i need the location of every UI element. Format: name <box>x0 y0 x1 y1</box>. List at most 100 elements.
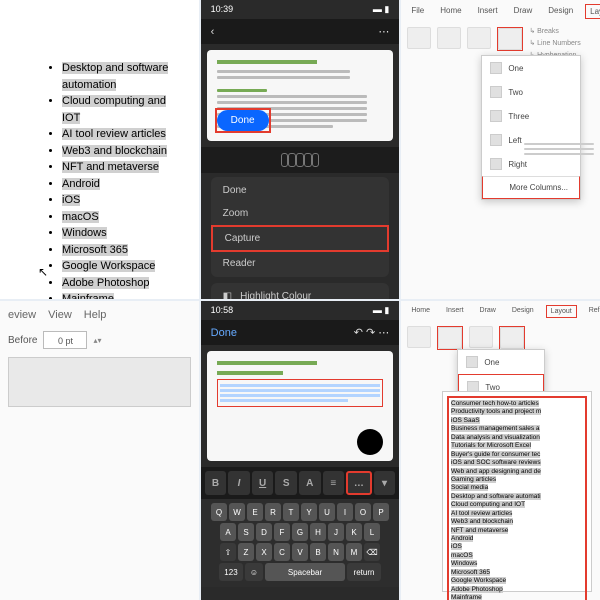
list-item[interactable]: NFT and metaverse <box>62 161 159 173</box>
list-item[interactable]: Adobe Photoshop <box>451 586 583 594</box>
menu-item-done[interactable]: Done <box>211 179 390 202</box>
list-item[interactable]: Microsoft 365 <box>451 569 583 577</box>
margins-icon[interactable] <box>407 326 431 348</box>
tab-design[interactable]: Design <box>544 4 577 19</box>
tab[interactable]: Home <box>407 305 434 318</box>
key-o[interactable]: O <box>355 503 371 521</box>
list-item[interactable]: Android <box>451 535 583 543</box>
tab-home[interactable]: Home <box>436 4 465 19</box>
list-item[interactable]: Consumer tech how-to articles <box>451 400 583 408</box>
document-list-pane[interactable]: Consumer tech how-to articlesProductivit… <box>442 391 592 592</box>
columns-two[interactable]: Two <box>482 80 580 104</box>
list-item[interactable]: Mainframe <box>62 293 114 299</box>
list-item[interactable]: Google Workspace <box>451 577 583 585</box>
list-item[interactable]: Android <box>62 178 100 190</box>
list-item[interactable]: Social media <box>451 484 583 492</box>
orientation-icon[interactable] <box>438 327 462 349</box>
tab-insert[interactable]: Insert <box>474 4 502 19</box>
menu-item-zoom[interactable]: Zoom <box>211 202 390 225</box>
tab[interactable]: References <box>585 305 600 318</box>
size-icon[interactable] <box>467 27 491 49</box>
key-u[interactable]: U <box>319 503 335 521</box>
done-button[interactable]: Done <box>217 110 269 131</box>
key-l[interactable]: L <box>364 523 380 541</box>
line-numbers-option[interactable]: ↳ Line Numbers <box>529 39 580 49</box>
strike-button[interactable]: S <box>275 471 297 495</box>
list-item[interactable]: Windows <box>451 560 583 568</box>
list-item[interactable]: Cloud computing and IOT <box>62 95 166 124</box>
tab-review[interactable]: eview <box>8 309 36 321</box>
columns-button[interactable] <box>498 28 522 50</box>
list-item[interactable]: iOS <box>62 194 80 206</box>
list-item[interactable]: AI tool review articles <box>62 128 166 140</box>
list-item[interactable]: Buyer's guide for consumer tec <box>451 451 583 459</box>
spacing-before-input[interactable]: 0 pt <box>43 331 87 349</box>
columns-one[interactable]: One <box>482 56 580 80</box>
key-w[interactable]: W <box>229 503 245 521</box>
key-p[interactable]: P <box>373 503 389 521</box>
tab-help[interactable]: Help <box>84 309 107 321</box>
align-button[interactable]: ≡ <box>323 471 345 495</box>
document-editing[interactable] <box>207 351 394 461</box>
key-m[interactable]: M <box>346 543 362 561</box>
tab-view[interactable]: View <box>48 309 72 321</box>
key-t[interactable]: T <box>283 503 299 521</box>
key-q[interactable]: Q <box>211 503 227 521</box>
list-item[interactable]: Productivity tools and project m <box>451 408 583 416</box>
toolbar-icons[interactable]: ↶ ↷ ⋯ <box>354 326 390 339</box>
list-item[interactable]: Web3 and blockchain <box>62 145 167 157</box>
tab-draw[interactable]: Draw <box>510 4 537 19</box>
list-item[interactable]: NFT and metaverse <box>451 527 583 535</box>
size-icon[interactable] <box>469 326 493 348</box>
bullet-list[interactable]: Desktop and software automation Cloud co… <box>40 60 169 299</box>
columns-button[interactable] <box>500 327 524 349</box>
key-h[interactable]: H <box>310 523 326 541</box>
key-e[interactable]: E <box>247 503 263 521</box>
key-⌫[interactable]: ⌫ <box>364 543 380 561</box>
key-b[interactable]: B <box>310 543 326 561</box>
spinner-icon[interactable]: ▴▾ <box>93 336 101 345</box>
list-item[interactable]: Gaming articles <box>451 476 583 484</box>
tab-file[interactable]: File <box>407 4 428 19</box>
list-item[interactable]: Google Workspace <box>62 260 155 272</box>
key-x[interactable]: X <box>256 543 272 561</box>
key-return[interactable]: return <box>347 563 381 581</box>
list-item[interactable]: Web3 and blockchain <box>451 518 583 526</box>
bold-button[interactable]: B <box>205 471 227 495</box>
more-format-button[interactable]: … <box>346 471 372 495</box>
list-item[interactable]: Microsoft 365 <box>62 244 128 256</box>
key-space[interactable]: Spacebar <box>265 563 345 581</box>
key-g[interactable]: G <box>292 523 308 541</box>
key-v[interactable]: V <box>292 543 308 561</box>
more-columns[interactable]: More Columns... <box>482 176 580 199</box>
tab[interactable]: Draw <box>476 305 500 318</box>
breaks-option[interactable]: ↳ Breaks <box>529 27 580 37</box>
fab-icon[interactable] <box>357 429 383 455</box>
bottom-tool-icons[interactable] <box>201 147 400 173</box>
underline-button[interactable]: U <box>252 471 274 495</box>
done-link[interactable]: Done <box>211 327 237 339</box>
key-a[interactable]: A <box>220 523 236 541</box>
tab[interactable]: Insert <box>442 305 468 318</box>
list-item[interactable]: macOS <box>62 211 99 223</box>
key-⇧[interactable]: ⇧ <box>220 543 236 561</box>
orientation-icon[interactable] <box>437 27 461 49</box>
key-d[interactable]: D <box>256 523 272 541</box>
tab[interactable]: Design <box>508 305 538 318</box>
list-item[interactable]: Adobe Photoshop <box>62 277 149 289</box>
margins-icon[interactable] <box>407 27 431 49</box>
tab-layout[interactable]: Layout <box>546 305 577 318</box>
list-item[interactable]: Cloud computing and IOT <box>451 501 583 509</box>
key-123[interactable]: 123 <box>219 563 243 581</box>
menu-item-capture[interactable]: Capture <box>211 225 390 252</box>
list-item[interactable]: iOS and SOC software reviews <box>451 459 583 467</box>
key-y[interactable]: Y <box>301 503 317 521</box>
dropdown-icon[interactable]: ▾ <box>374 471 396 495</box>
document-preview[interactable]: Done <box>207 50 394 141</box>
list-item[interactable]: Desktop and software automati <box>451 493 583 501</box>
menu-item-reader[interactable]: Reader <box>211 252 390 275</box>
list-item[interactable]: Business management sales a <box>451 425 583 433</box>
key-n[interactable]: N <box>328 543 344 561</box>
list-item[interactable]: Desktop and software automation <box>62 62 168 91</box>
key-c[interactable]: C <box>274 543 290 561</box>
